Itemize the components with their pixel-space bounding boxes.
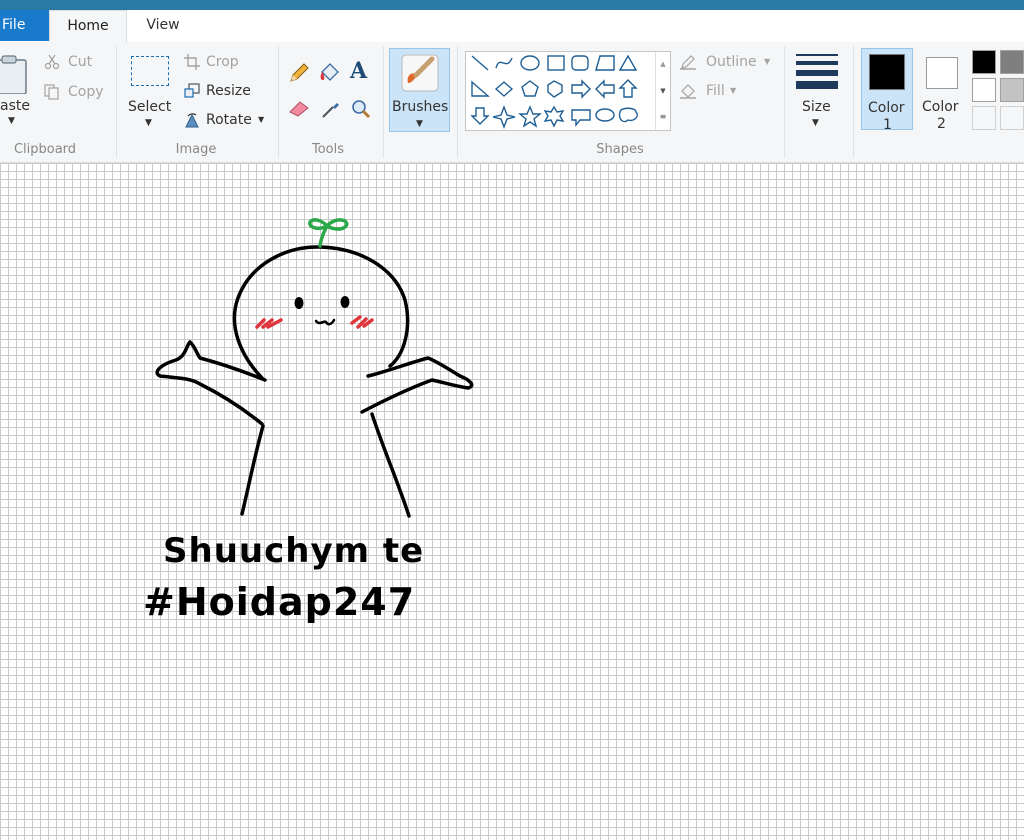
rotate-button[interactable]: Rotate ▼	[184, 110, 268, 132]
select-button[interactable]: Select ▼	[124, 48, 176, 132]
drawing-layer: Shuuchym te #Hoidap247	[143, 218, 474, 624]
scissors-icon	[44, 54, 60, 70]
color1-swatch	[869, 54, 905, 90]
rotate-icon	[185, 113, 199, 128]
chevron-down-icon: ▼	[145, 118, 152, 128]
chevron-down-icon: ▼	[8, 116, 15, 126]
palette-swatch-white[interactable]	[972, 78, 996, 102]
canvas-text-line2: #Hoidap247	[143, 580, 415, 624]
size-lines-icon	[796, 54, 838, 89]
canvas-text-line1: Shuuchym te	[163, 531, 424, 571]
clipboard-icon	[0, 55, 27, 94]
outline-button[interactable]: Outline ▼	[680, 52, 776, 74]
magnifier-icon[interactable]	[350, 98, 372, 120]
body-left-side	[240, 424, 265, 516]
right-eye	[340, 296, 350, 308]
fill-icon	[680, 84, 696, 99]
copy-label: Copy	[68, 84, 104, 100]
text-tool-icon[interactable]: A	[350, 58, 367, 84]
selection-rect-icon	[131, 56, 169, 86]
resize-button[interactable]: Resize	[184, 81, 254, 103]
separator	[784, 46, 785, 158]
color2-number: 2	[937, 116, 946, 132]
outline-label: Outline	[706, 54, 757, 70]
chevron-down-icon: ▼	[730, 86, 737, 95]
palette-swatch-lightgray[interactable]	[1000, 78, 1024, 102]
brushes-button[interactable]: Brushes ▼	[389, 48, 450, 132]
left-blush	[255, 318, 283, 329]
paste-label: aste	[0, 98, 30, 114]
resize-icon	[184, 83, 200, 98]
shapes-scroll-up[interactable]: ▲	[655, 52, 670, 78]
ribbon: aste ▼ Cut Copy Clipboard Select ▼ Crop	[0, 42, 1024, 163]
body-right-side	[370, 412, 411, 518]
color2-label: Color	[922, 99, 959, 115]
sprout-leaf-left	[308, 218, 329, 231]
shapes-gallery[interactable]: ▲ ▼ ≡	[465, 51, 671, 131]
title-bar	[0, 0, 1024, 10]
size-button[interactable]: Size ▼	[792, 48, 842, 132]
palette-swatch-empty[interactable]	[1000, 106, 1024, 130]
left-arm-upper	[155, 340, 267, 426]
resize-label: Resize	[206, 83, 251, 99]
right-blush	[350, 315, 374, 329]
tab-home[interactable]: Home	[49, 10, 127, 43]
separator	[116, 46, 117, 158]
left-eye	[294, 297, 304, 309]
chevron-down-icon: ▼	[812, 118, 819, 128]
size-label: Size	[802, 99, 831, 115]
clipboard-group-label: Clipboard	[13, 142, 77, 157]
rotate-label: Rotate	[206, 112, 252, 128]
copy-icon	[44, 84, 59, 100]
color2-swatch	[926, 57, 958, 89]
fill-label: Fill	[706, 83, 725, 99]
sprout-leaf-right	[325, 218, 349, 231]
copy-button[interactable]: Copy	[44, 82, 108, 104]
separator	[278, 46, 279, 158]
outline-pen-icon	[680, 55, 696, 70]
palette-swatch-empty[interactable]	[972, 106, 996, 130]
color1-number: 1	[883, 117, 892, 133]
tools-group-label: Tools	[311, 142, 345, 157]
separator	[853, 46, 854, 158]
cut-button[interactable]: Cut	[44, 52, 104, 74]
tab-file[interactable]: File	[0, 10, 49, 41]
right-arm	[360, 356, 474, 414]
head-outline	[232, 245, 410, 380]
palette-swatch-black[interactable]	[972, 50, 996, 74]
color-picker-icon[interactable]	[320, 98, 342, 120]
image-group-label: Image	[175, 142, 217, 157]
fill-bucket-icon[interactable]	[318, 62, 342, 84]
color1-label: Color	[868, 100, 905, 116]
fill-button[interactable]: Fill ▼	[680, 81, 750, 103]
eraser-icon[interactable]	[288, 98, 312, 118]
separator	[457, 46, 458, 158]
crop-icon	[184, 54, 200, 70]
shapes-expand[interactable]: ≡	[655, 104, 670, 130]
brushes-label: Brushes	[392, 99, 449, 115]
chevron-down-icon: ▼	[416, 119, 423, 129]
brush-icon	[401, 54, 439, 92]
crop-button[interactable]: Crop	[184, 52, 254, 74]
drawing-canvas[interactable]: Shuuchym te #Hoidap247	[0, 163, 1024, 840]
paste-button[interactable]: aste ▼	[0, 50, 34, 130]
chevron-down-icon: ▼	[258, 115, 265, 124]
tab-view[interactable]: View	[127, 10, 199, 41]
shapes-scroll-down[interactable]: ▼	[655, 78, 670, 104]
chevron-down-icon: ▼	[764, 57, 771, 66]
shapes-group-label: Shapes	[596, 142, 644, 157]
select-label: Select	[128, 99, 172, 115]
shapes-grid-icon	[470, 54, 638, 129]
palette-swatch-gray[interactable]	[1000, 50, 1024, 74]
cut-label: Cut	[68, 54, 93, 70]
separator	[383, 46, 384, 158]
pencil-icon[interactable]	[288, 62, 310, 84]
color1-button[interactable]: Color 1	[861, 48, 913, 133]
crop-label: Crop	[206, 54, 239, 70]
mouth	[314, 318, 336, 326]
color2-button[interactable]: Color 2	[916, 48, 968, 132]
